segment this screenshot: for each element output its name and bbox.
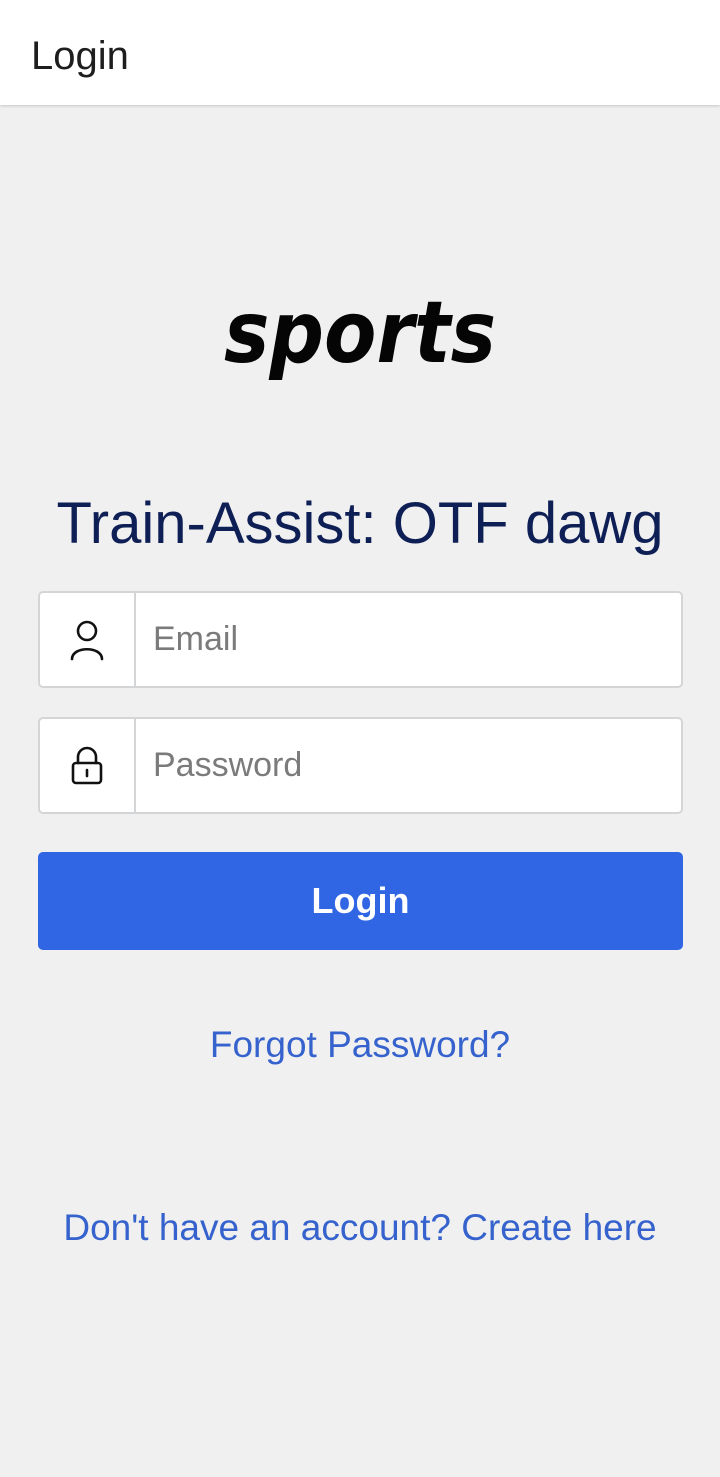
- app-name-heading: Train-Assist: OTF dawg: [56, 491, 664, 556]
- user-icon: [40, 593, 136, 686]
- sports-logo: sports: [224, 290, 496, 383]
- password-field: [38, 717, 683, 814]
- password-input[interactable]: [136, 719, 681, 812]
- login-button[interactable]: Login: [38, 852, 683, 950]
- app-bar: Login: [0, 0, 720, 105]
- create-account-link[interactable]: Don't have an account? Create here: [0, 1205, 720, 1251]
- email-input[interactable]: [136, 593, 681, 686]
- forgot-password-link[interactable]: Forgot Password?: [0, 1022, 720, 1068]
- lock-icon: [40, 719, 136, 812]
- email-field: [38, 591, 683, 688]
- page-title: Login: [31, 34, 129, 78]
- logo-text: sports: [224, 290, 496, 383]
